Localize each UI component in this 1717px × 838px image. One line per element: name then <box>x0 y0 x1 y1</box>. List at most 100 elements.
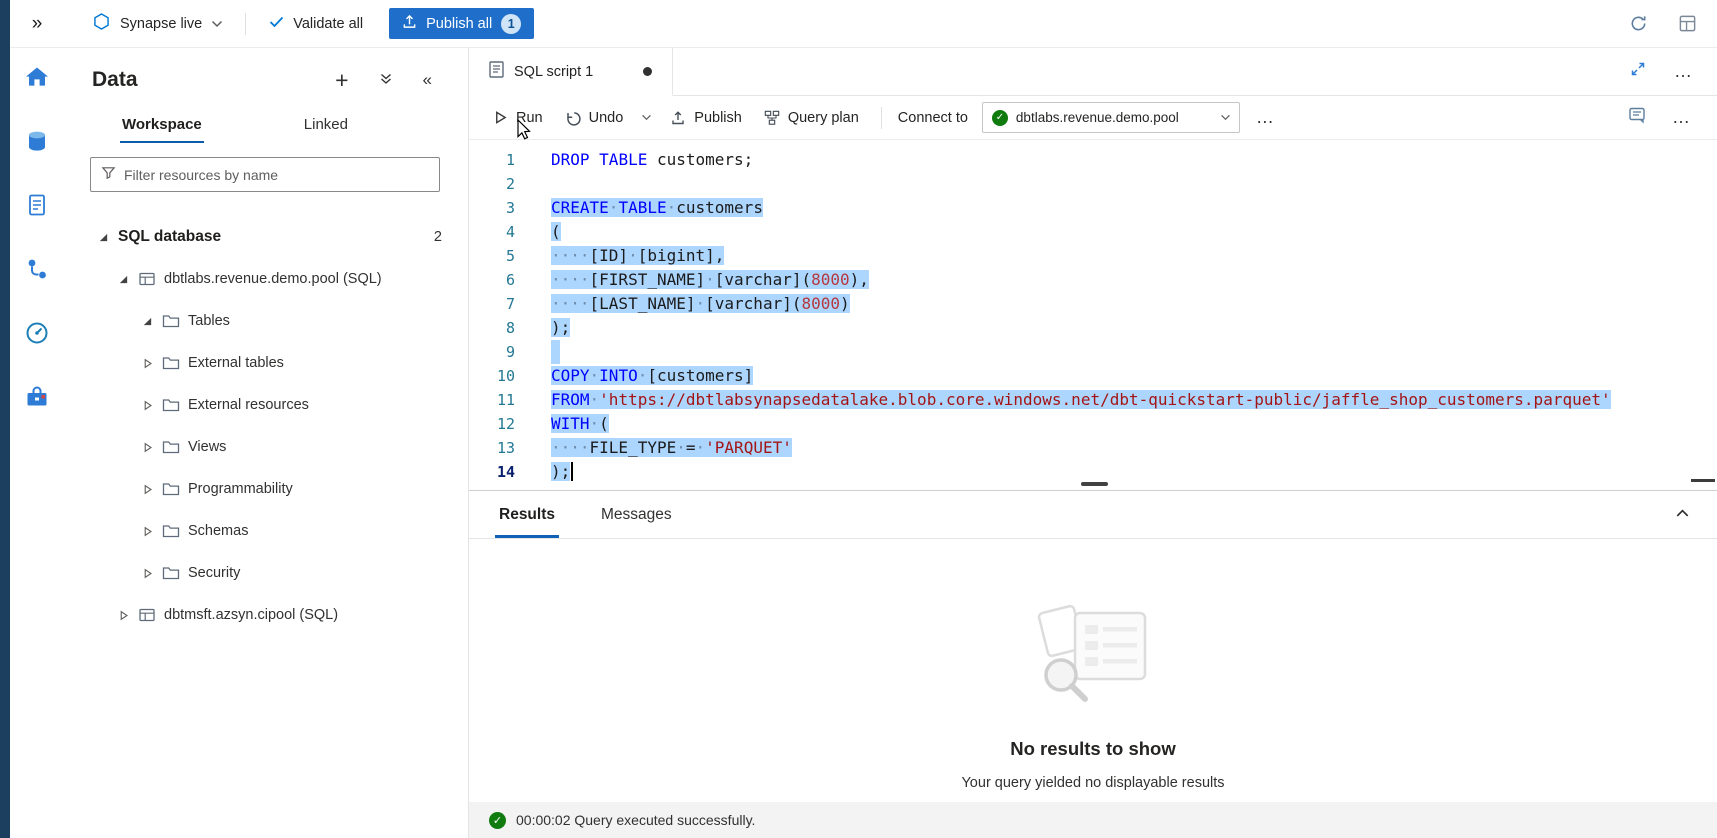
nav-data[interactable] <box>18 122 56 160</box>
line-number[interactable]: 13 <box>469 436 515 460</box>
code-line[interactable]: 11FROM·'https://dbtlabsynapsedatalake.bl… <box>469 388 1717 412</box>
code-line[interactable]: 8); <box>469 316 1717 340</box>
line-number[interactable]: 4 <box>469 220 515 244</box>
query-plan-button[interactable]: Query plan <box>754 102 869 134</box>
tree-row[interactable]: Schemas <box>64 510 468 552</box>
synapse-logo-icon <box>92 12 111 35</box>
tree-row[interactable]: Views <box>64 426 468 468</box>
code-line[interactable]: 6····[FIRST_NAME]·[varchar](8000), <box>469 268 1717 292</box>
workspace-switcher[interactable]: Synapse live <box>92 12 223 35</box>
collapsed-arrow-icon[interactable] <box>116 610 130 621</box>
code-line[interactable]: 10COPY·INTO·[customers] <box>469 364 1717 388</box>
expanded-arrow-icon[interactable] <box>96 232 110 243</box>
rail-expand-button[interactable]: » <box>10 13 64 35</box>
manage-icon <box>24 384 50 410</box>
add-resource-button[interactable]: + <box>335 69 348 92</box>
tree-row[interactable]: Security <box>64 552 468 594</box>
editor-more-button[interactable]: … <box>1672 114 1691 121</box>
line-number[interactable]: 14 <box>469 460 515 484</box>
code-line[interactable]: 9 <box>469 340 1717 364</box>
line-number[interactable]: 8 <box>469 316 515 340</box>
collapsed-arrow-icon[interactable] <box>140 484 154 495</box>
nav-develop[interactable] <box>18 186 56 224</box>
tab-results[interactable]: Results <box>495 491 559 538</box>
tree-row[interactable]: SQL database2 <box>64 216 468 258</box>
code-line[interactable]: 7····[LAST_NAME]·[varchar](8000) <box>469 292 1717 316</box>
collapsed-arrow-icon[interactable] <box>140 442 154 453</box>
run-icon <box>493 110 508 125</box>
code-line[interactable]: 12WITH·( <box>469 412 1717 436</box>
expanded-arrow-icon[interactable] <box>116 274 130 285</box>
refresh-button[interactable] <box>1629 14 1648 33</box>
line-number[interactable]: 3 <box>469 196 515 220</box>
sql-editor[interactable]: 1 DROP TABLE customers; 23CREATE·TABLE·cus… <box>469 140 1717 490</box>
line-number[interactable]: 6 <box>469 268 515 292</box>
line-number[interactable]: 9 <box>469 340 515 364</box>
tree-row[interactable]: dbtlabs.revenue.demo.pool (SQL) <box>64 258 468 300</box>
empty-results-subtitle: Your query yielded no displayable result… <box>469 775 1717 791</box>
workspace-switcher-label: Synapse live <box>120 16 202 32</box>
collapsed-arrow-icon[interactable] <box>140 400 154 411</box>
expanded-arrow-icon[interactable] <box>140 316 154 327</box>
line-number[interactable]: 2 <box>469 172 515 196</box>
line-number[interactable]: 1 <box>469 148 515 172</box>
collapse-all-icon[interactable] <box>379 71 393 90</box>
connect-pool-select[interactable]: ✓ dbtlabs.revenue.demo.pool <box>982 102 1240 133</box>
script-file-icon <box>489 61 504 83</box>
line-number[interactable]: 11 <box>469 388 515 412</box>
validate-all-button[interactable]: Validate all <box>268 13 363 34</box>
collapse-panel-button[interactable]: « <box>423 70 432 90</box>
code-line[interactable]: 13····FILE_TYPE·=·'PARQUET' <box>469 436 1717 460</box>
node-count: 2 <box>434 229 442 245</box>
code-line[interactable]: 4( <box>469 220 1717 244</box>
folder-icon <box>162 439 180 455</box>
tab-more-button[interactable]: … <box>1674 68 1693 75</box>
filter-input[interactable] <box>124 167 429 183</box>
line-number[interactable]: 5 <box>469 244 515 268</box>
tree-row[interactable]: External tables <box>64 342 468 384</box>
line-number[interactable]: 7 <box>469 292 515 316</box>
code-line[interactable]: 1 DROP TABLE customers; <box>469 148 1717 172</box>
code-line[interactable]: 5 ····[ID]·[bigint], <box>469 244 1717 268</box>
line-number[interactable]: 10 <box>469 364 515 388</box>
tree-row[interactable]: Programmability <box>64 468 468 510</box>
line-number[interactable]: 12 <box>469 412 515 436</box>
tree-row[interactable]: dbtmsft.azsyn.cipool (SQL) <box>64 594 468 636</box>
nav-home[interactable] <box>18 58 56 96</box>
feedback-button[interactable] <box>1628 106 1646 129</box>
undo-redo-dropdown[interactable] <box>635 102 658 134</box>
tab-workspace[interactable]: Workspace <box>120 108 204 143</box>
toolbar-more-button[interactable]: … <box>1256 114 1275 121</box>
tab-linked[interactable]: Linked <box>302 108 350 143</box>
code-line[interactable]: 2 <box>469 172 1717 196</box>
collapsed-arrow-icon[interactable] <box>140 526 154 537</box>
nav-manage[interactable] <box>18 378 56 416</box>
editor-column: SQL script 1 … Run Undo <box>469 48 1717 838</box>
collapsed-arrow-icon[interactable] <box>140 358 154 369</box>
horizontal-scrollbar[interactable] <box>1081 482 1108 486</box>
publish-button[interactable]: Publish <box>660 102 752 134</box>
collapse-results-button[interactable] <box>1674 505 1691 527</box>
line-text: DROP TABLE customers; <box>551 148 753 172</box>
line-text <box>551 340 560 364</box>
publish-all-button[interactable]: Publish all 1 <box>389 8 534 39</box>
line-text: ); <box>551 316 570 340</box>
collapsed-arrow-icon[interactable] <box>140 568 154 579</box>
code-line[interactable]: 14); <box>469 460 1717 484</box>
tree-row[interactable]: Tables <box>64 300 468 342</box>
run-button[interactable]: Run <box>483 102 553 134</box>
nav-integrate[interactable] <box>18 250 56 288</box>
double-chevron-right-icon: » <box>32 13 43 34</box>
tree-row[interactable]: External resources <box>64 384 468 426</box>
editor-toolbar: Run Undo Publish Query plan Connect to ✓ <box>469 96 1717 140</box>
browse-gallery-button[interactable] <box>1678 14 1697 33</box>
folder-icon <box>162 565 180 581</box>
undo-button[interactable]: Undo <box>555 102 634 134</box>
expand-editor-button[interactable] <box>1630 61 1646 82</box>
line-text: ····[ID]·[bigint], <box>551 244 724 268</box>
code-line[interactable]: 3CREATE·TABLE·customers <box>469 196 1717 220</box>
tab-sql-script-1[interactable]: SQL script 1 <box>469 48 673 96</box>
left-edge-strip <box>0 0 10 838</box>
tab-messages[interactable]: Messages <box>597 491 676 538</box>
nav-monitor[interactable] <box>18 314 56 352</box>
